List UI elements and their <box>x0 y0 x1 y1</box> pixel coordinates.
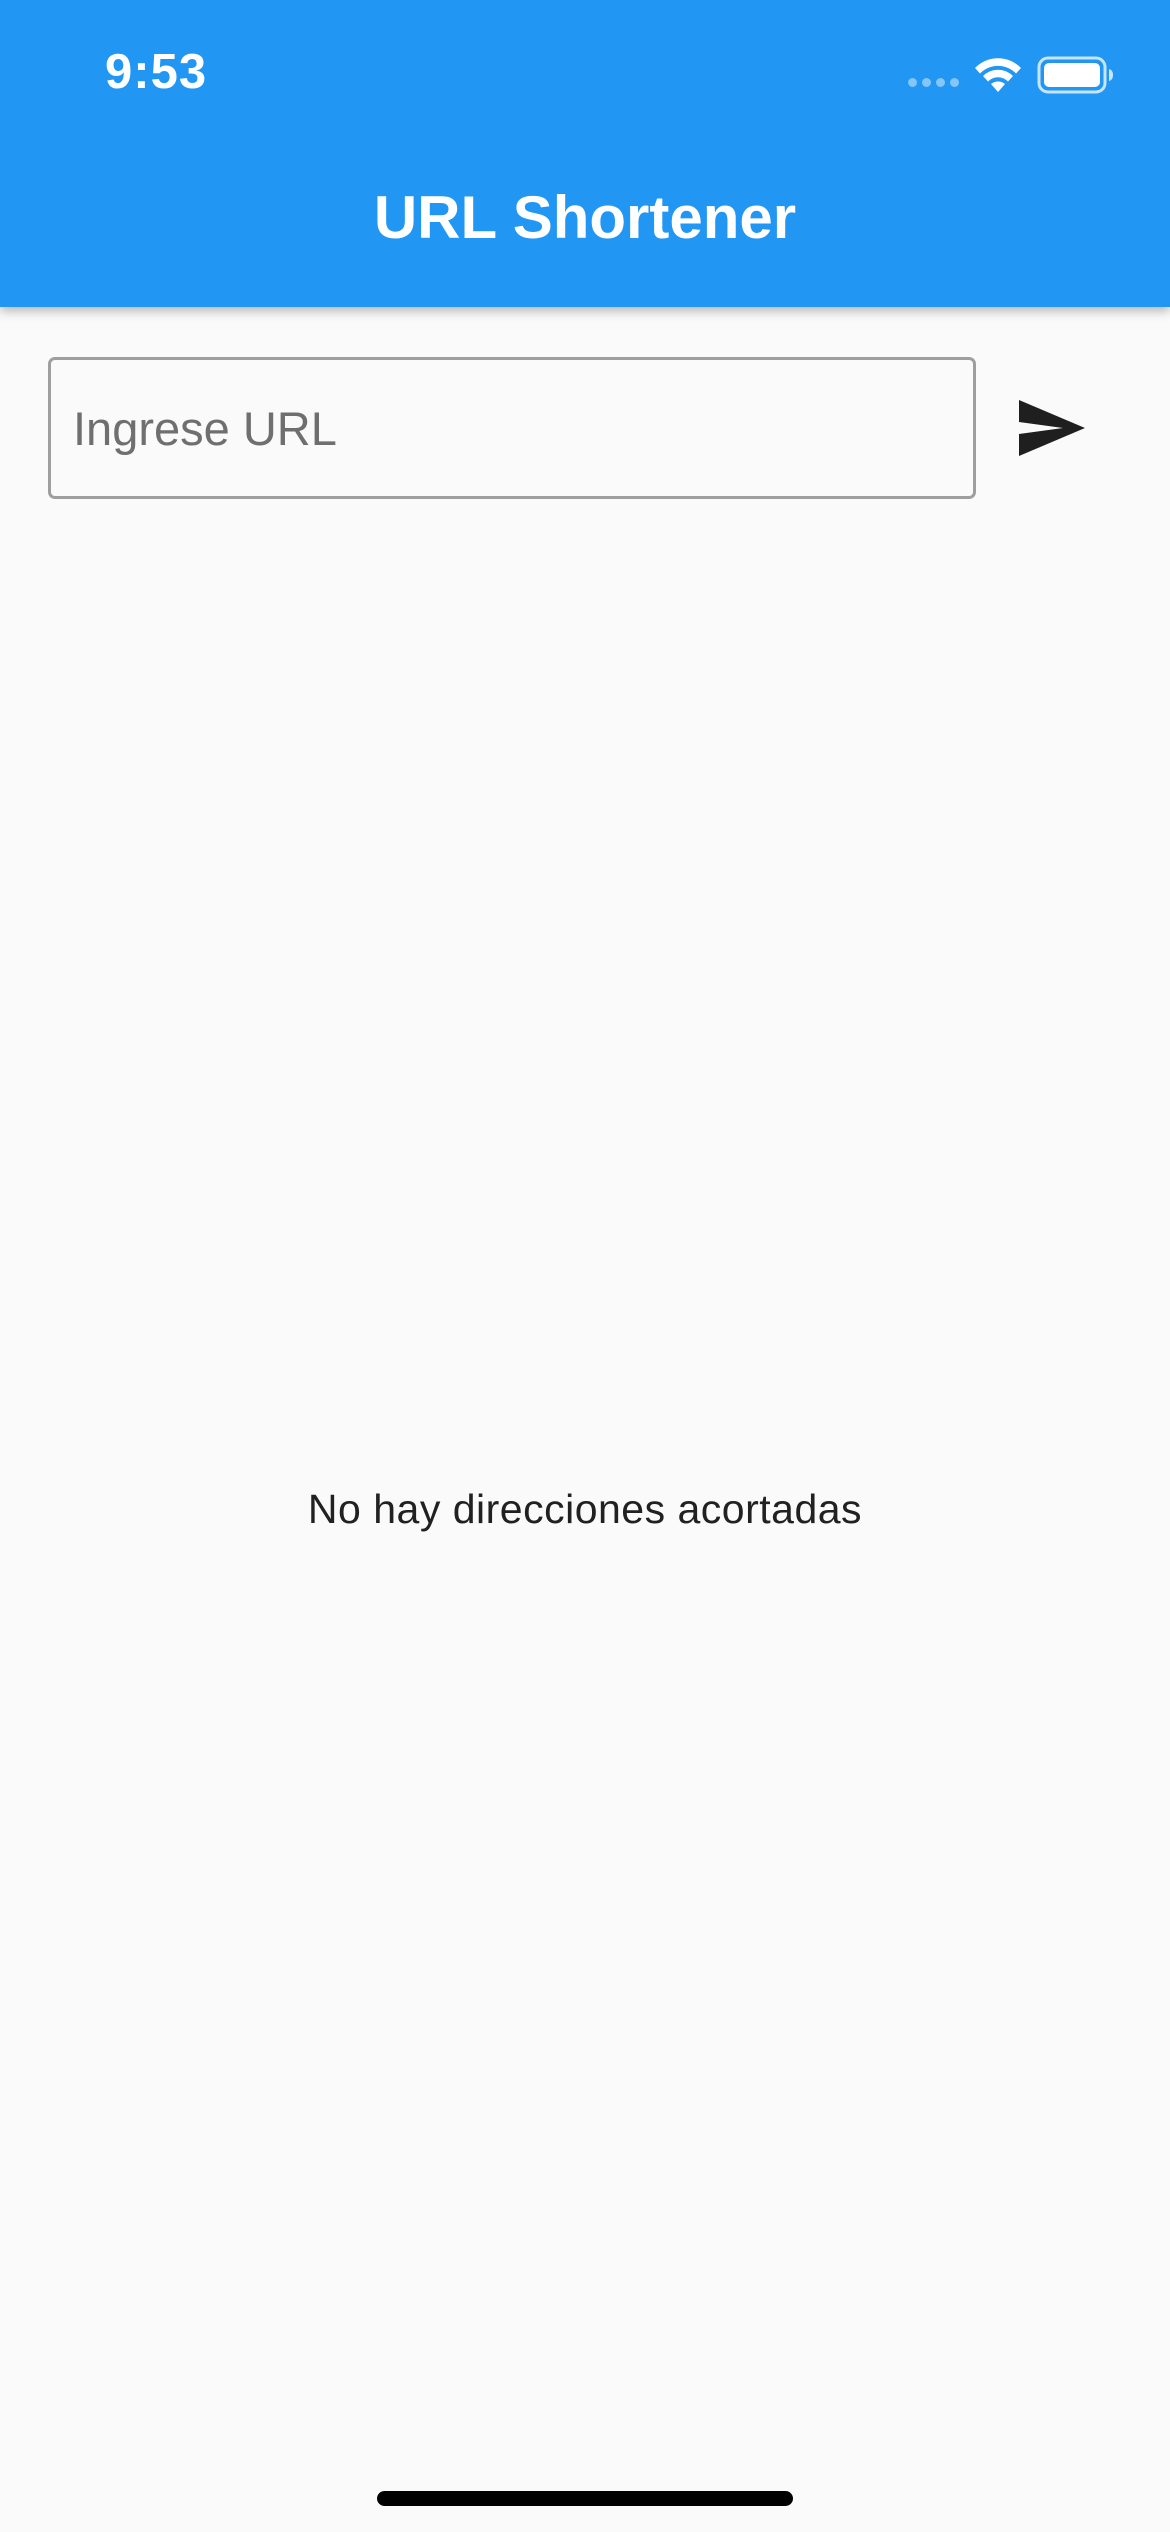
empty-state-message: No hay direcciones acortadas <box>307 1486 863 1532</box>
app-bar: 9:53 URL Shortener <box>0 0 1170 307</box>
status-time: 9:53 <box>105 45 208 99</box>
status-icons <box>908 50 1115 100</box>
app-screen: 9:53 URL Shortener Ingrese URL No hay di… <box>0 0 1170 2532</box>
url-input-row <box>48 357 1122 501</box>
wifi-icon <box>973 56 1023 94</box>
home-indicator <box>377 2491 793 2506</box>
page-title: URL Shortener <box>373 184 797 251</box>
signal-dots-icon <box>908 77 959 87</box>
battery-icon <box>1037 55 1115 95</box>
url-input[interactable] <box>48 357 976 499</box>
send-icon <box>1019 400 1085 456</box>
send-button[interactable] <box>995 371 1109 485</box>
